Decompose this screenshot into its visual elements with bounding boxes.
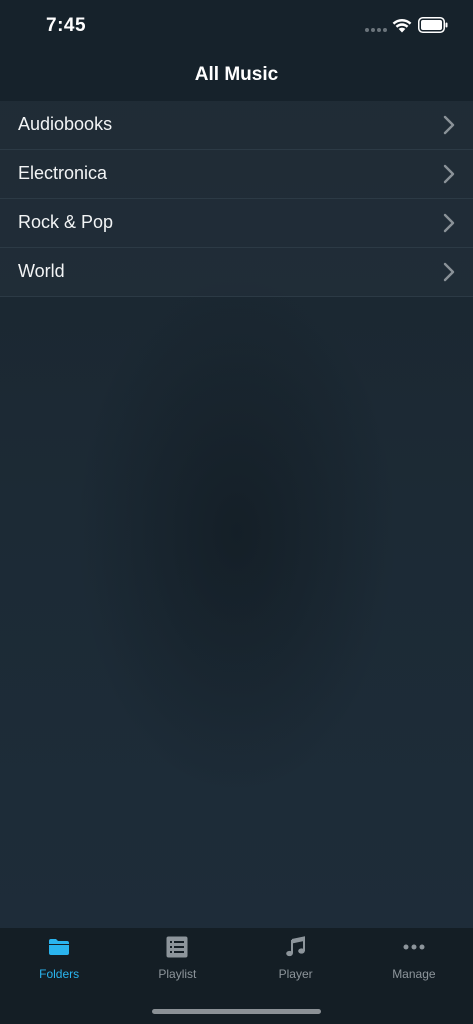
tab-label: Folders (39, 967, 80, 981)
signal-dots-icon (365, 28, 387, 32)
wifi-icon (392, 18, 412, 33)
tab-manage[interactable]: Manage (355, 928, 473, 1024)
list-item-electronica[interactable]: Electronica (0, 150, 473, 199)
list-item-label: Rock & Pop (18, 212, 114, 232)
chevron-right-icon (443, 262, 455, 282)
more-icon (403, 944, 425, 950)
home-indicator[interactable] (152, 1009, 321, 1014)
folder-list: Audiobooks Electronica Rock & Pop World (0, 101, 473, 297)
page-title: All Music (194, 64, 279, 85)
list-item-rock-pop[interactable]: Rock & Pop (0, 199, 473, 248)
chevron-right-icon (443, 115, 455, 135)
tab-folders[interactable]: Folders (0, 928, 118, 1024)
chevron-right-icon (443, 164, 455, 184)
music-note-icon (285, 936, 305, 957)
list-item-audiobooks[interactable]: Audiobooks (0, 101, 473, 150)
list-item-label: World (18, 261, 65, 281)
tab-label: Playlist (158, 967, 197, 981)
list-item-world[interactable]: World (0, 248, 473, 297)
battery-icon (418, 17, 448, 33)
screen: 7:45 All Music Audiobooks Electronica Ro… (0, 0, 473, 1024)
tab-label: Player (278, 967, 313, 981)
playlist-icon (166, 936, 188, 958)
list-item-label: Electronica (18, 163, 108, 183)
tab-label: Manage (392, 967, 436, 981)
status-time: 7:45 (46, 15, 87, 36)
list-item-label: Audiobooks (18, 114, 113, 134)
chevron-right-icon (443, 213, 455, 233)
folder-icon (49, 939, 70, 955)
